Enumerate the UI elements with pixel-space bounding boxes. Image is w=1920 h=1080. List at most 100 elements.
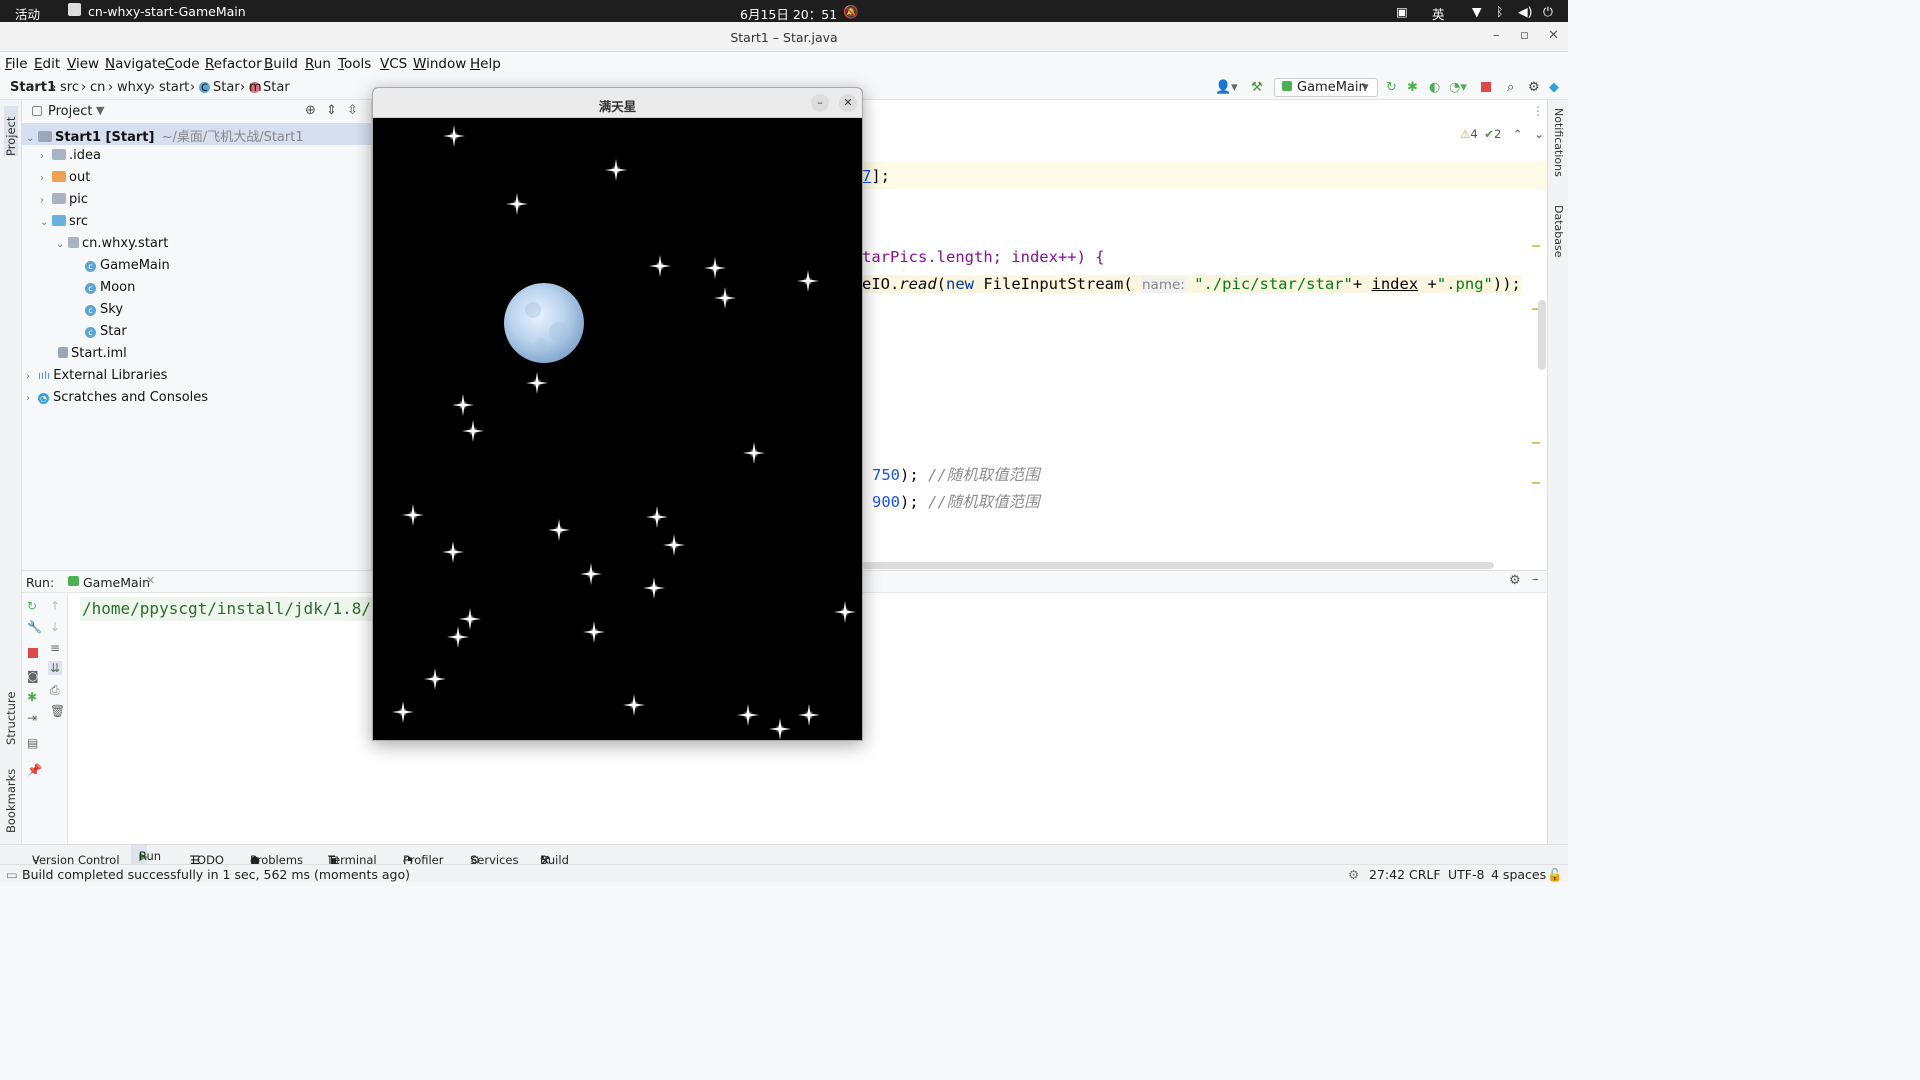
vertical-scrollbar[interactable] [1538, 300, 1546, 370]
chevron-right-icon[interactable]: › [40, 151, 52, 162]
soft-wrap-icon[interactable]: ≡ [50, 641, 60, 655]
jetbrains-icon[interactable]: ◆ [1549, 80, 1559, 95]
rerun-icon[interactable]: ↻ [27, 599, 37, 613]
breadcrumb-star-method[interactable]: Star [263, 80, 290, 95]
arrow-down-icon[interactable]: ↓ [50, 620, 60, 634]
tree-item[interactable]: ⌄ src [40, 211, 88, 233]
tree-item[interactable]: ⌄ cn.whxy.start [56, 233, 168, 255]
minimize-icon[interactable]: – [811, 94, 829, 112]
locate-icon[interactable]: ⊕ [305, 103, 316, 118]
activities-button[interactable]: 活动 [15, 4, 40, 23]
menu-edit[interactable]: Edit [34, 56, 60, 72]
wrench-icon[interactable]: 🔧 [27, 620, 42, 634]
horizontal-scrollbar[interactable] [862, 562, 1494, 569]
chevron-down-icon[interactable]: ⌄ [40, 217, 52, 228]
close-tab-icon[interactable]: ✕ [146, 574, 155, 587]
search-icon[interactable]: ⌕ [1507, 80, 1514, 95]
run-tab[interactable]: GameMain [83, 575, 150, 590]
menu-refactor[interactable]: Refactor [205, 56, 262, 72]
screen-icon[interactable]: ▣ [1396, 4, 1408, 19]
file-encoding[interactable]: UTF-8 [1448, 867, 1484, 882]
close-icon[interactable]: ✕ [1548, 28, 1559, 43]
tree-item[interactable]: c Star [85, 321, 127, 343]
close-icon[interactable]: ✕ [839, 94, 857, 112]
bluetooth-icon[interactable]: ᛒ [1496, 4, 1504, 19]
stop-icon[interactable] [28, 648, 38, 658]
menu-help[interactable]: Help [470, 56, 501, 72]
hide-panel-icon[interactable]: – [1532, 572, 1539, 587]
wifi-icon[interactable]: ▼ [1472, 4, 1482, 19]
chevron-down-icon[interactable]: ⌄ [26, 133, 38, 144]
database-tool-tab[interactable]: Database [1552, 205, 1565, 270]
tree-item[interactable]: › pic [40, 189, 88, 211]
stop-icon[interactable] [1481, 82, 1491, 92]
menu-file[interactable]: File [5, 56, 28, 72]
run-tab-bottom[interactable]: ▶ Run [131, 845, 161, 864]
gear-icon[interactable]: ⚙ [1509, 573, 1521, 588]
breadcrumb-whxy[interactable]: whxy [117, 80, 151, 95]
debug-icon[interactable]: ✱ [1407, 80, 1418, 95]
print-icon[interactable]: ⎙ [50, 683, 60, 698]
menu-run[interactable]: Run [305, 56, 331, 72]
tree-item[interactable]: › ıılı External Libraries [26, 365, 167, 387]
chevron-right-icon[interactable]: › [26, 393, 38, 404]
menu-window[interactable]: Window [413, 56, 466, 72]
project-panel-title[interactable]: Project [48, 104, 92, 119]
menu-navigate[interactable]: Navigate [105, 56, 166, 72]
expand-all-icon[interactable]: ⇕ [326, 103, 337, 118]
project-tool-tab[interactable]: Project [4, 106, 18, 156]
star-game-window[interactable]: 满天星 – ✕ [372, 87, 863, 741]
tree-item[interactable]: c GameMain [85, 255, 170, 277]
structure-tool-tab[interactable]: Structure [4, 685, 18, 746]
coverage-icon[interactable]: ◐ [1429, 80, 1440, 95]
chevron-down-icon[interactable]: ⌄ [1534, 127, 1544, 141]
trash-icon[interactable]: 🗑 [50, 704, 65, 718]
breadcrumb-start[interactable]: start [159, 80, 189, 95]
notification-bell-icon[interactable]: 🔕 [843, 4, 859, 20]
chevron-up-icon[interactable]: ⌃ [1513, 127, 1523, 141]
menu-build[interactable]: Build [264, 56, 298, 72]
maximize-icon[interactable]: ▫ [1520, 28, 1529, 43]
minimize-icon[interactable]: – [1493, 28, 1500, 43]
console-output[interactable]: /home/ppyscgt/install/jdk/1.8/ [80, 597, 373, 621]
hammer-icon[interactable]: ⚒ [1251, 80, 1263, 95]
tree-item[interactable]: › out [40, 167, 90, 189]
breadcrumb-project[interactable]: Start1 [10, 80, 56, 95]
tree-item[interactable]: c Sky [85, 299, 123, 321]
volume-icon[interactable]: ◀) [1518, 4, 1533, 19]
lock-icon[interactable]: 🔓 [1547, 867, 1563, 883]
chevron-right-icon[interactable]: › [40, 173, 52, 184]
tree-item[interactable]: c Moon [85, 277, 135, 299]
scroll-to-end-icon[interactable]: ⇊ [48, 661, 63, 675]
pin-icon[interactable]: 📌 [27, 763, 42, 777]
tree-item[interactable]: › ◔ Scratches and Consoles [26, 387, 208, 409]
more-icon[interactable]: ⋮ [1532, 104, 1544, 118]
caret-position[interactable]: 27:42 [1369, 867, 1405, 882]
clock[interactable]: 6月15日 20：51 [740, 4, 837, 23]
exit-icon[interactable]: ⇥ [27, 711, 37, 725]
app-name[interactable]: cn-whxy-start-GameMain [88, 4, 246, 19]
status-message[interactable]: Build completed successfully in 1 sec, 5… [22, 867, 410, 882]
power-icon[interactable]: ⏻ [1543, 4, 1553, 20]
breadcrumb-cn[interactable]: cn [90, 80, 105, 95]
breadcrumb-star-class[interactable]: Star [213, 80, 240, 95]
tree-root[interactable]: ⌄ Start1 [Start] ~/桌面/飞机大战/Start1 [22, 123, 372, 145]
profile-icon[interactable]: ◔▾ [1449, 80, 1467, 95]
gear-icon[interactable]: ⚙ [1528, 80, 1540, 95]
bookmarks-tool-tab[interactable]: Bookmarks [4, 763, 18, 833]
ime-indicator[interactable]: 英 [1432, 4, 1445, 23]
user-icon[interactable]: 👤▾ [1215, 80, 1238, 95]
rerun-icon[interactable]: ↻ [1386, 80, 1397, 95]
tree-item[interactable]: Start.iml [58, 343, 127, 365]
code-editor[interactable]: ⋮ ⚠4 ✔2 ⌃ ⌄ 7]; tarPics.length; index++)… [862, 100, 1547, 570]
chevron-right-icon[interactable]: › [40, 195, 52, 206]
breadcrumb-src[interactable]: src [60, 80, 79, 95]
arrow-up-icon[interactable]: ↑ [50, 599, 60, 613]
chevron-down-icon[interactable]: ⌄ [56, 239, 68, 250]
inspection-widget[interactable]: ⚠4 ✔2 ⌃ ⌄ [1460, 127, 1544, 141]
menu-tools[interactable]: Tools [338, 56, 371, 72]
layout-icon[interactable]: ▤ [27, 736, 38, 750]
chevron-right-icon[interactable]: › [26, 371, 38, 382]
line-separator[interactable]: CRLF [1409, 867, 1441, 882]
camera-icon[interactable]: ◙ [27, 669, 39, 683]
